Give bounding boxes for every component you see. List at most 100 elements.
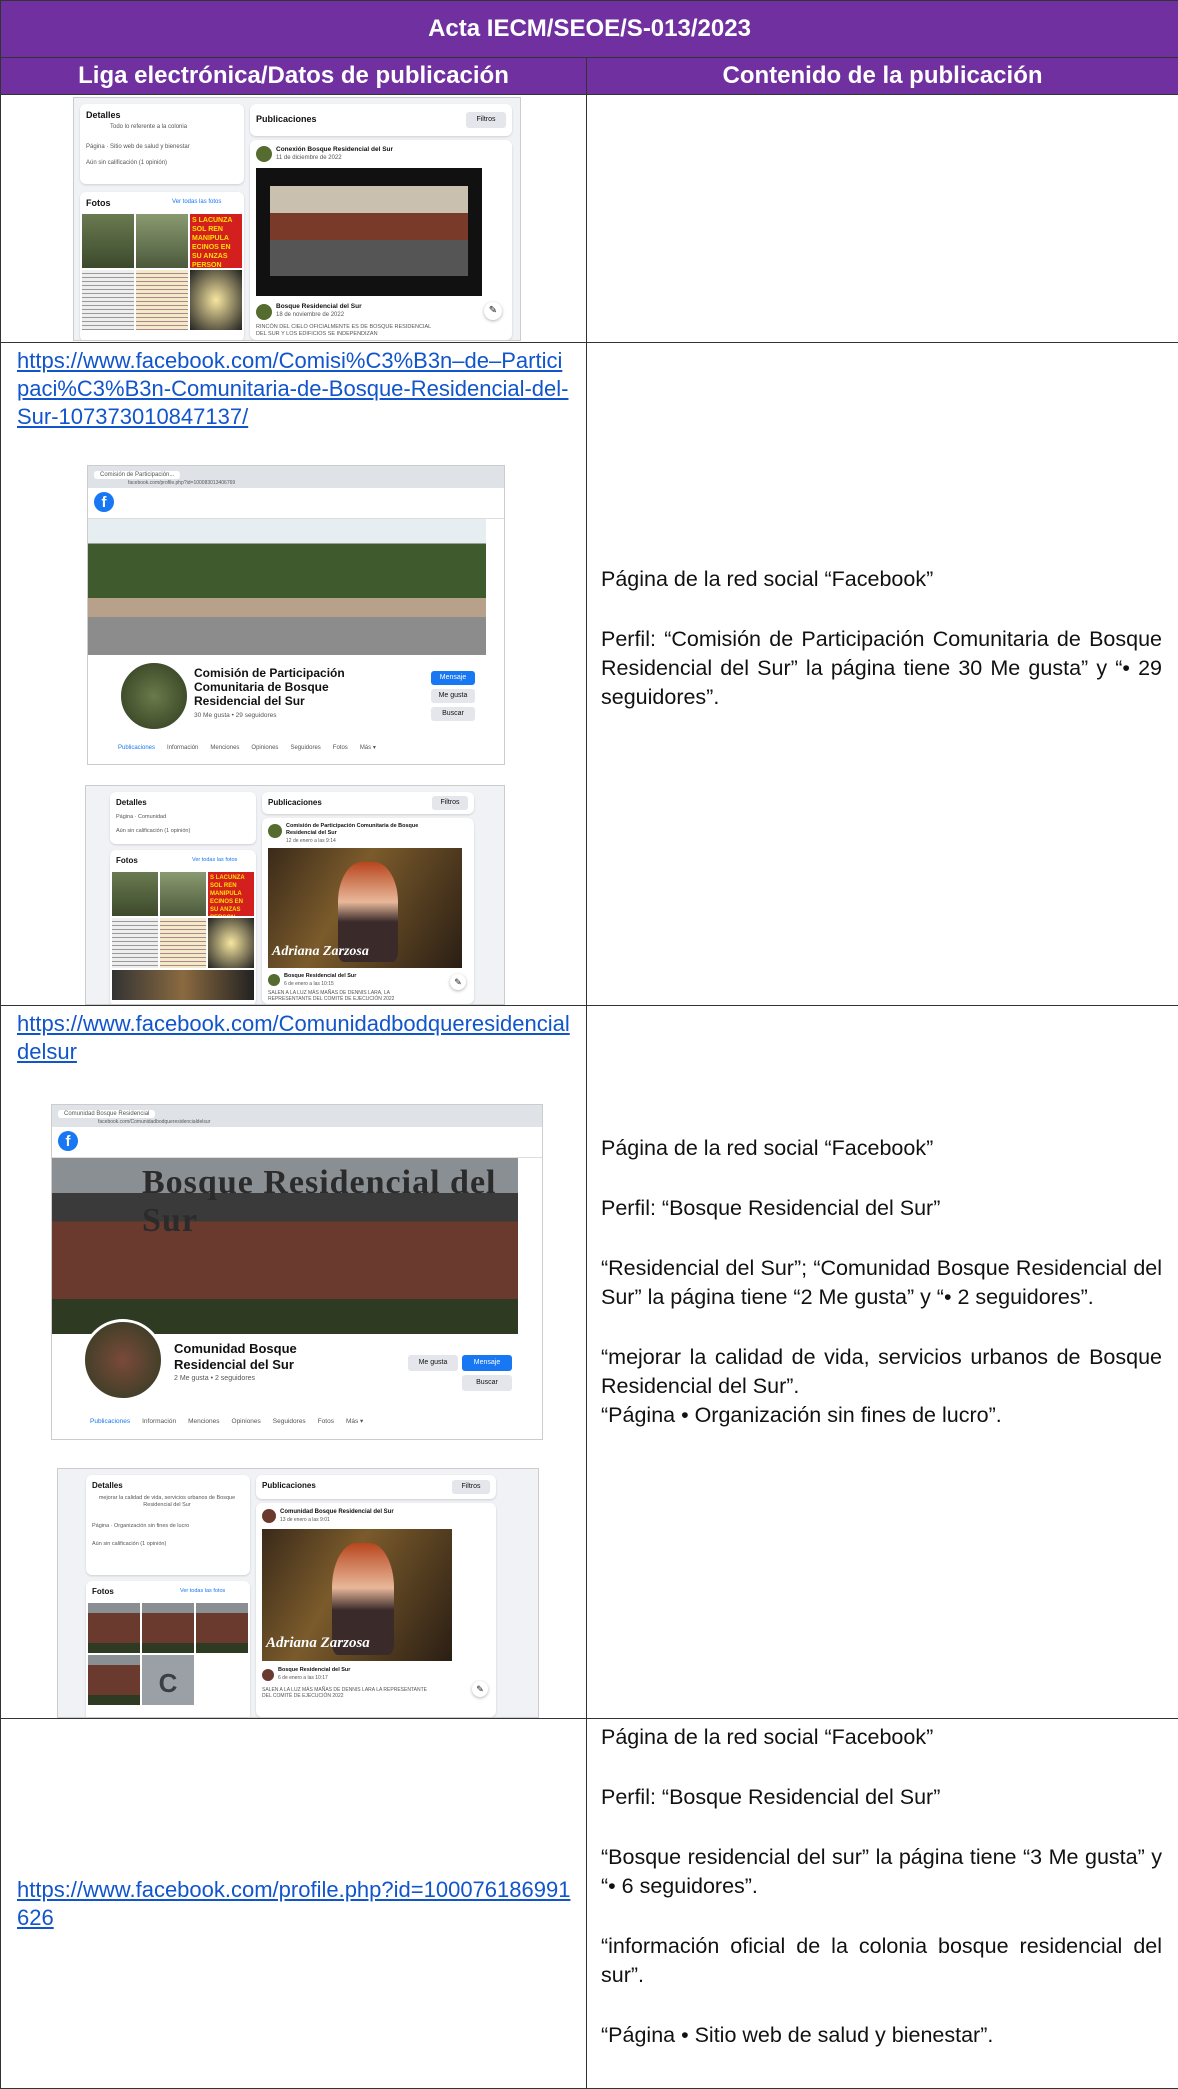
posts-card: Publicaciones Filtros: [256, 1475, 496, 1499]
cover-text: Bosque Residencial del Sur: [142, 1164, 518, 1240]
tab-followers[interactable]: Seguidores: [290, 745, 320, 751]
message-button[interactable]: Mensaje: [462, 1355, 512, 1371]
post-video[interactable]: Adriana Zarzosa: [262, 1529, 452, 1661]
profile-avatar: [118, 660, 190, 732]
post-video[interactable]: [256, 168, 482, 296]
photo-thumbnail[interactable]: [142, 1603, 194, 1653]
browser-tab-bar: Comisión de Participación... facebook.co…: [88, 466, 504, 488]
tab-info[interactable]: Información: [167, 745, 198, 751]
facebook-logo-icon[interactable]: f: [58, 1131, 78, 1151]
message-button[interactable]: Mensaje: [431, 671, 475, 685]
photo-thumbnail[interactable]: [88, 1603, 140, 1653]
like-button[interactable]: Me gusta: [408, 1355, 458, 1371]
column-header-left: Liga electrónica/Datos de publicación: [1, 58, 587, 95]
browser-tab[interactable]: Comisión de Participación...: [94, 471, 180, 479]
acta-table: Acta IECM/SEOE/S-013/2023 Liga electróni…: [0, 0, 1178, 2089]
facebook-page-link[interactable]: https://www.facebook.com/Comunidadbodque…: [1, 1006, 586, 1066]
right-cell: [587, 95, 1178, 343]
tab-posts[interactable]: Publicaciones: [90, 1418, 130, 1425]
see-all-photos-link[interactable]: Ver todas las fotos: [180, 1588, 225, 1594]
avatar: [256, 304, 272, 320]
photo-thumbnail[interactable]: [160, 872, 206, 916]
table-row: Detalles Todo lo referente a la colonia …: [1, 95, 1178, 343]
description-line: “mejorar la calidad de vida, servicios u…: [601, 1343, 1162, 1401]
publication-description: Página de la red social “Facebook” Perfi…: [587, 343, 1178, 712]
posts-card: Publicaciones Filtros: [262, 792, 474, 814]
photo-thumbnail[interactable]: [208, 918, 254, 968]
tab-reviews[interactable]: Opiniones: [232, 1418, 261, 1425]
filters-button[interactable]: Filtros: [466, 112, 506, 128]
tab-info[interactable]: Información: [142, 1418, 176, 1425]
posts-card: Publicaciones Filtros: [250, 104, 512, 136]
photo-thumbnail[interactable]: [112, 970, 254, 1000]
facebook-page-link[interactable]: https://www.facebook.com/Comisi%C3%B3n–d…: [1, 343, 586, 431]
tab-photos[interactable]: Fotos: [318, 1418, 334, 1425]
table-row: https://www.facebook.com/Comunidadbodque…: [1, 1006, 1178, 1719]
photo-thumbnail[interactable]: C: [142, 1655, 194, 1705]
tab-mentions[interactable]: Menciones: [210, 745, 239, 751]
video-caption: Adriana Zarzosa: [272, 944, 369, 960]
photo-thumbnail[interactable]: [112, 872, 158, 916]
photo-thumbnail[interactable]: [136, 214, 188, 268]
browser-tab-bar: Comunidad Bosque Residencial facebook.co…: [52, 1105, 542, 1127]
photo-thumbnail[interactable]: [136, 270, 188, 330]
description-line: “información oficial de la colonia bosqu…: [601, 1932, 1162, 1990]
description-line: Página de la red social “Facebook”: [601, 1723, 1162, 1752]
profile-tabs: Publicaciones Información Menciones Opinion…: [118, 744, 388, 751]
address-bar[interactable]: facebook.com/Comunidadbodqueresidenciald…: [98, 1119, 210, 1125]
edit-icon[interactable]: ✎: [450, 974, 466, 990]
facebook-nav: f: [88, 488, 504, 519]
avatar: [262, 1509, 276, 1523]
post-card: Conexión Bosque Residencial del Sur 11 d…: [250, 140, 512, 340]
description-line: Página de la red social “Facebook”: [601, 1134, 1162, 1163]
see-all-photos-link[interactable]: Ver todas las fotos: [172, 199, 221, 205]
tab-reviews[interactable]: Opiniones: [251, 745, 278, 751]
photo-thumbnail[interactable]: [82, 270, 134, 330]
photo-thumbnail[interactable]: [112, 918, 158, 968]
photo-thumbnail[interactable]: [160, 918, 206, 968]
facebook-screenshot: Detalles Página · Comunidad Aún sin cali…: [85, 785, 505, 1005]
facebook-nav: f: [52, 1127, 542, 1158]
description-line: Perfil: “Bosque Residencial del Sur”: [601, 1783, 1162, 1812]
tab-mentions[interactable]: Menciones: [188, 1418, 219, 1425]
like-button[interactable]: Me gusta: [431, 689, 475, 703]
right-cell: Página de la red social “Facebook” Perfi…: [587, 1719, 1178, 2089]
address-bar[interactable]: facebook.com/profile.php?id=100083013406…: [128, 480, 235, 486]
tab-photos[interactable]: Fotos: [333, 745, 348, 751]
facebook-logo-icon[interactable]: f: [94, 492, 114, 512]
left-cell: https://www.facebook.com/Comisi%C3%B3n–d…: [1, 343, 587, 1006]
header-row: Liga electrónica/Datos de publicación Co…: [1, 58, 1178, 95]
photo-thumbnail[interactable]: [190, 270, 242, 330]
description-line: “Residencial del Sur”; “Comunidad Bosque…: [601, 1254, 1162, 1312]
filters-button[interactable]: Filtros: [452, 1480, 490, 1494]
tab-more[interactable]: Más ▾: [360, 745, 376, 751]
photo-thumbnail[interactable]: [82, 214, 134, 268]
photo-banner[interactable]: S LACUNZA SOL REN MANIPULA ECINOS EN SU …: [190, 214, 242, 268]
filters-button[interactable]: Filtros: [432, 796, 468, 810]
tab-more[interactable]: Más ▾: [346, 1418, 363, 1425]
page-name: Comunidad Bosque Residencial del Sur: [174, 1341, 344, 1373]
post-video[interactable]: Adriana Zarzosa: [268, 848, 462, 968]
cover-photo: Bosque Residencial del Sur: [52, 1158, 518, 1334]
see-all-photos-link[interactable]: Ver todas las fotos: [192, 857, 237, 863]
tab-followers[interactable]: Seguidores: [273, 1418, 306, 1425]
search-button[interactable]: Buscar: [431, 707, 475, 721]
photo-thumbnail[interactable]: [88, 1655, 140, 1705]
photo-thumbnail[interactable]: [196, 1603, 248, 1653]
facebook-screenshot: Detalles Todo lo referente a la colonia …: [73, 97, 521, 341]
publication-description: Página de la red social “Facebook” Perfi…: [587, 1719, 1178, 2050]
details-card: Detalles Todo lo referente a la colonia …: [80, 104, 244, 184]
edit-icon[interactable]: ✎: [484, 302, 502, 320]
search-button[interactable]: Buscar: [462, 1375, 512, 1391]
description-line: Página de la red social “Facebook”: [601, 565, 1162, 594]
facebook-screenshot: Detalles mejorar la calidad de vida, ser…: [57, 1468, 539, 1718]
edit-icon[interactable]: ✎: [472, 1681, 488, 1697]
tab-posts[interactable]: Publicaciones: [118, 745, 155, 751]
facebook-screenshot: Comunidad Bosque Residencial facebook.co…: [51, 1104, 543, 1440]
description-line: “Página • Sitio web de salud y bienestar…: [601, 2021, 1162, 2050]
browser-tab[interactable]: Comunidad Bosque Residencial: [58, 1110, 155, 1118]
post-card: Comunidad Bosque Residencial del Sur 13 …: [256, 1503, 496, 1717]
facebook-page-link[interactable]: https://www.facebook.com/profile.php?id=…: [1, 1876, 586, 1932]
photo-banner[interactable]: S LACUNZA SOL REN MANIPULA ECINOS EN SU …: [208, 872, 254, 916]
right-cell: Página de la red social “Facebook” Perfi…: [587, 1006, 1178, 1719]
